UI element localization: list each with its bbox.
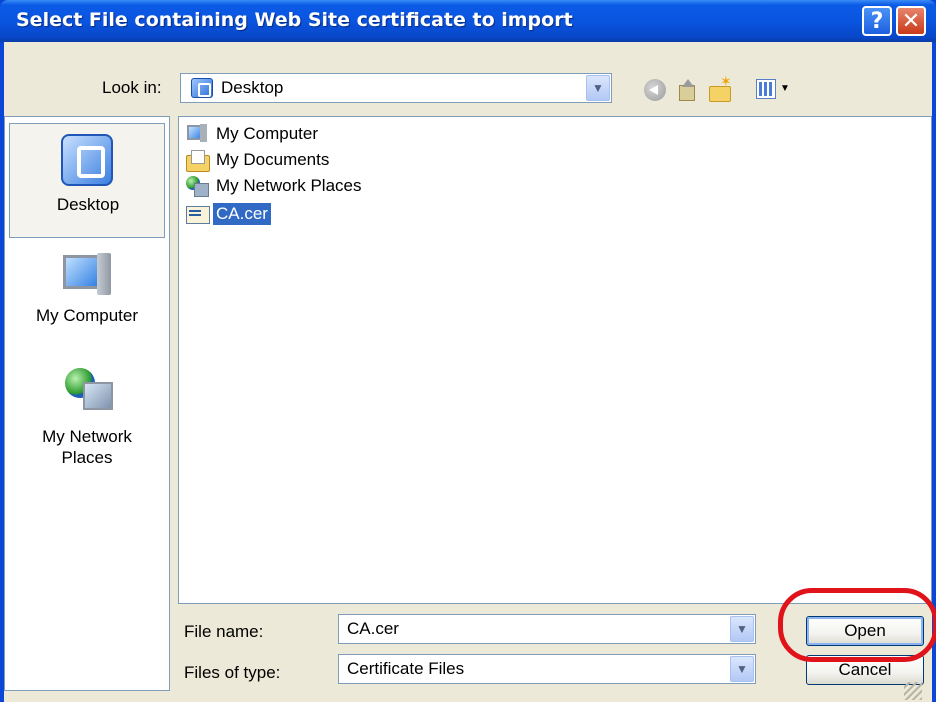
- file-name-value: CA.cer: [347, 619, 399, 638]
- desktop-icon: [191, 78, 213, 98]
- network-places-icon: [185, 175, 209, 197]
- dialog-body: Look in: Desktop ▼ ▼ Desktop My Computer…: [4, 42, 936, 702]
- file-dialog-window: Select File containing Web Site certific…: [0, 0, 936, 702]
- help-button[interactable]: ?: [862, 6, 892, 36]
- file-type-label: Files of type:: [184, 663, 281, 682]
- list-item-label: My Documents: [216, 150, 330, 169]
- list-item-ca-cer[interactable]: CA.cer: [185, 201, 271, 227]
- open-button-highlight-annotation: [778, 588, 936, 662]
- views-dropdown-arrow-icon[interactable]: ▼: [780, 83, 790, 94]
- places-bar: Desktop My Computer My Network Places: [4, 116, 170, 691]
- network-places-icon: [61, 366, 113, 418]
- chevron-down-icon[interactable]: ▼: [730, 616, 754, 642]
- place-my-computer[interactable]: My Computer: [9, 247, 165, 347]
- views-menu-icon[interactable]: [756, 79, 776, 99]
- list-item-my-network-places[interactable]: My Network Places: [185, 173, 364, 199]
- file-type-select[interactable]: Certificate Files ▼: [338, 654, 756, 684]
- place-desktop[interactable]: Desktop: [9, 123, 165, 238]
- list-item-label: My Network Places: [216, 176, 362, 195]
- resize-grip-icon[interactable]: [904, 682, 922, 700]
- certificate-file-icon: [185, 203, 210, 225]
- close-button[interactable]: ✕: [896, 6, 926, 36]
- file-type-value: Certificate Files: [347, 659, 465, 678]
- file-name-input[interactable]: CA.cer ▼: [338, 614, 756, 644]
- list-item-my-documents[interactable]: My Documents: [185, 147, 332, 173]
- back-icon[interactable]: [644, 79, 666, 101]
- place-my-computer-label: My Computer: [35, 306, 139, 325]
- new-folder-icon[interactable]: [708, 73, 732, 102]
- look-in-dropdown[interactable]: Desktop ▼: [180, 73, 612, 103]
- title-bar[interactable]: Select File containing Web Site certific…: [0, 0, 936, 42]
- desktop-icon: [61, 134, 113, 186]
- my-computer-icon: [61, 251, 113, 303]
- list-item-label: My Computer: [216, 124, 319, 143]
- list-item-my-computer[interactable]: My Computer: [185, 121, 321, 147]
- look-in-label: Look in:: [102, 78, 162, 97]
- place-network-places[interactable]: My Network Places: [9, 362, 165, 472]
- file-name-label: File name:: [184, 622, 264, 641]
- up-folder-icon[interactable]: [676, 79, 698, 101]
- place-desktop-label: Desktop: [56, 195, 120, 214]
- look-in-value: Desktop: [221, 78, 284, 97]
- my-computer-icon: [185, 123, 209, 145]
- my-documents-icon: [185, 149, 210, 172]
- file-list[interactable]: My Computer My Documents My Network Plac…: [178, 116, 932, 604]
- chevron-down-icon[interactable]: ▼: [586, 75, 610, 101]
- place-network-places-label: My Network Places: [42, 427, 132, 467]
- chevron-down-icon[interactable]: ▼: [730, 656, 754, 682]
- dialog-title: Select File containing Web Site certific…: [16, 9, 573, 31]
- list-item-label: CA.cer: [213, 203, 271, 225]
